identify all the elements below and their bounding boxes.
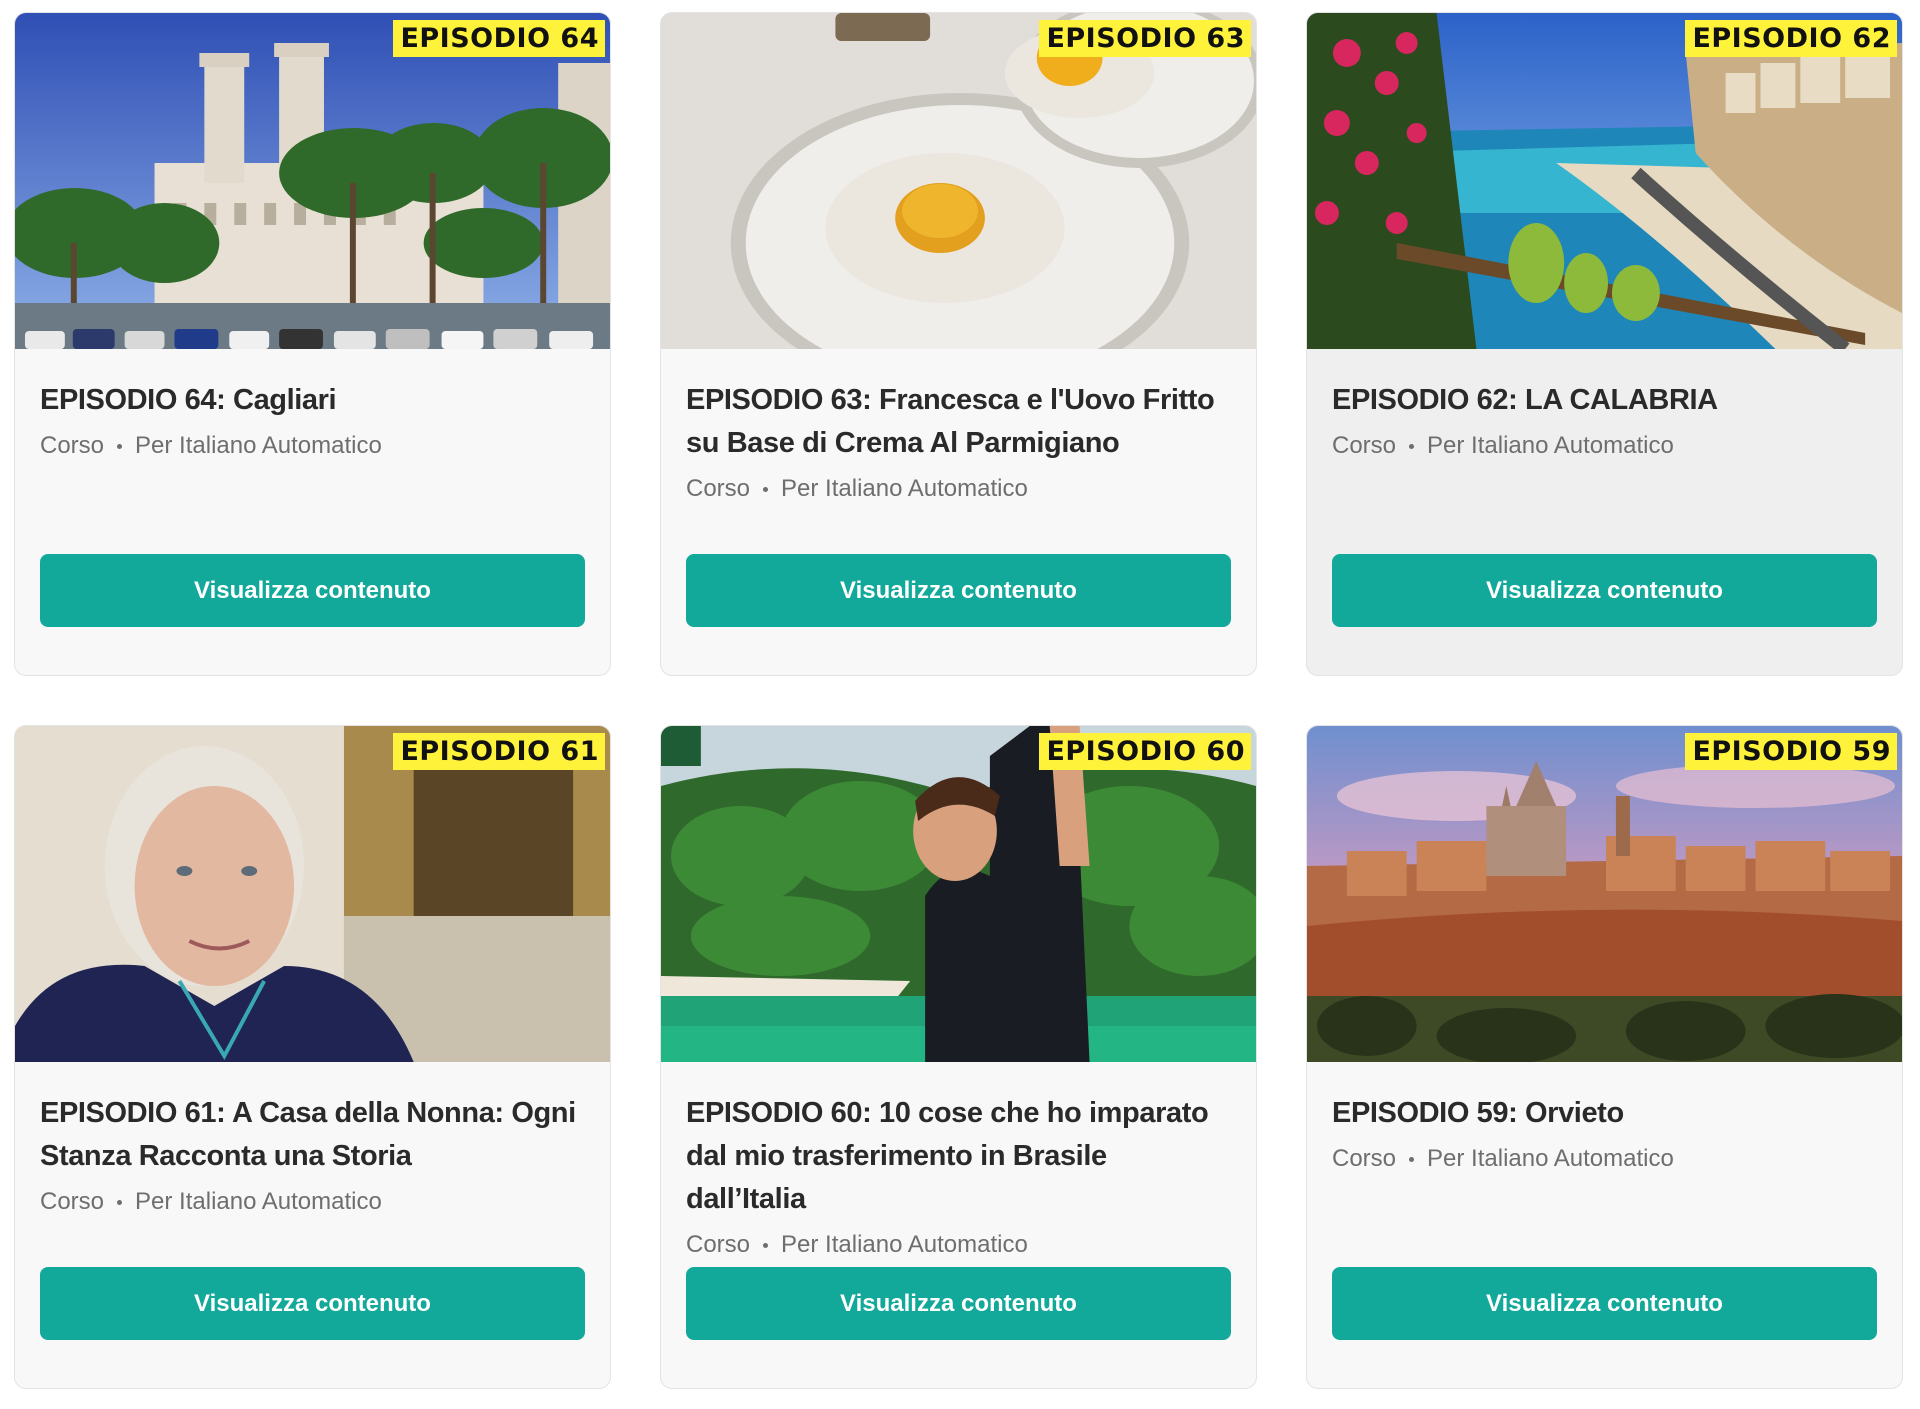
- view-content-button[interactable]: Visualizza contenuto: [40, 1267, 585, 1340]
- content-type-label: Corso: [686, 1231, 751, 1258]
- separator-dot-icon: [1409, 1156, 1415, 1162]
- episode-badge: EPISODIO 60: [1039, 733, 1251, 770]
- episode-card[interactable]: EPISODIO 62 EPISODIO 62: LA CALABRIA Cor…: [1306, 12, 1903, 676]
- view-content-button[interactable]: Visualizza contenuto: [686, 1267, 1231, 1340]
- separator-dot-icon: [763, 1242, 769, 1248]
- view-content-button[interactable]: Visualizza contenuto: [40, 554, 585, 627]
- content-type-label: Corso: [1332, 1145, 1397, 1172]
- episode-title[interactable]: EPISODIO 64: Cagliari: [40, 379, 585, 422]
- content-type-label: Corso: [40, 432, 105, 459]
- episode-title[interactable]: EPISODIO 63: Francesca e l'Uovo Fritto s…: [686, 379, 1231, 465]
- author-label: Per Italiano Automatico: [135, 432, 382, 459]
- episode-card[interactable]: EPISODIO 59 EPISODIO 59: Orvieto Corso P…: [1306, 725, 1903, 1389]
- episode-badge: EPISODIO 59: [1685, 733, 1897, 770]
- episode-card[interactable]: EPISODIO 64 EPISODIO 64: Cagliari Corso …: [14, 12, 611, 676]
- episode-title[interactable]: EPISODIO 61: A Casa della Nonna: Ogni St…: [40, 1092, 585, 1178]
- fried-egg-image: [661, 13, 1256, 349]
- orvieto-image: [1307, 726, 1902, 1062]
- brazil-beach-image: [661, 726, 1256, 1062]
- content-type-label: Corso: [686, 475, 751, 502]
- calabria-image: [1307, 13, 1902, 349]
- content-type-label: Corso: [1332, 432, 1397, 459]
- separator-dot-icon: [117, 443, 123, 449]
- episode-meta: Corso Per Italiano Automatico: [1332, 1145, 1877, 1173]
- episode-meta: Corso Per Italiano Automatico: [686, 1231, 1231, 1259]
- author-label: Per Italiano Automatico: [1427, 1145, 1674, 1172]
- view-content-button[interactable]: Visualizza contenuto: [1332, 1267, 1877, 1340]
- episode-badge: EPISODIO 64: [393, 20, 605, 57]
- separator-dot-icon: [117, 1199, 123, 1205]
- episode-thumbnail[interactable]: EPISODIO 63: [661, 13, 1256, 349]
- episode-card[interactable]: EPISODIO 61 EPISODIO 61: A Casa della No…: [14, 725, 611, 1389]
- episode-title[interactable]: EPISODIO 59: Orvieto: [1332, 1092, 1877, 1135]
- episode-title[interactable]: EPISODIO 60: 10 cose che ho imparato dal…: [686, 1092, 1231, 1221]
- episode-grid: EPISODIO 64 EPISODIO 64: Cagliari Corso …: [14, 12, 1903, 1389]
- author-label: Per Italiano Automatico: [135, 1188, 382, 1215]
- episode-badge: EPISODIO 62: [1685, 20, 1897, 57]
- episode-meta: Corso Per Italiano Automatico: [686, 475, 1231, 503]
- cagliari-image: [15, 13, 610, 349]
- episode-card[interactable]: EPISODIO 63 EPISODIO 63: Francesca e l'U…: [660, 12, 1257, 676]
- episode-thumbnail[interactable]: EPISODIO 60: [661, 726, 1256, 1062]
- episode-meta: Corso Per Italiano Automatico: [40, 432, 585, 460]
- episode-title[interactable]: EPISODIO 62: LA CALABRIA: [1332, 379, 1877, 422]
- separator-dot-icon: [1409, 443, 1415, 449]
- view-content-button[interactable]: Visualizza contenuto: [686, 554, 1231, 627]
- view-content-button[interactable]: Visualizza contenuto: [1332, 554, 1877, 627]
- episode-meta: Corso Per Italiano Automatico: [1332, 432, 1877, 460]
- episode-badge: EPISODIO 63: [1039, 20, 1251, 57]
- episode-badge: EPISODIO 61: [393, 733, 605, 770]
- author-label: Per Italiano Automatico: [781, 475, 1028, 502]
- content-type-label: Corso: [40, 1188, 105, 1215]
- episode-thumbnail[interactable]: EPISODIO 59: [1307, 726, 1902, 1062]
- episode-card[interactable]: EPISODIO 60 EPISODIO 60: 10 cose che ho …: [660, 725, 1257, 1389]
- grandmother-image: [15, 726, 610, 1062]
- episode-thumbnail[interactable]: EPISODIO 64: [15, 13, 610, 349]
- author-label: Per Italiano Automatico: [781, 1231, 1028, 1258]
- episode-thumbnail[interactable]: EPISODIO 62: [1307, 13, 1902, 349]
- author-label: Per Italiano Automatico: [1427, 432, 1674, 459]
- episode-thumbnail[interactable]: EPISODIO 61: [15, 726, 610, 1062]
- episode-meta: Corso Per Italiano Automatico: [40, 1188, 585, 1216]
- separator-dot-icon: [763, 486, 769, 492]
